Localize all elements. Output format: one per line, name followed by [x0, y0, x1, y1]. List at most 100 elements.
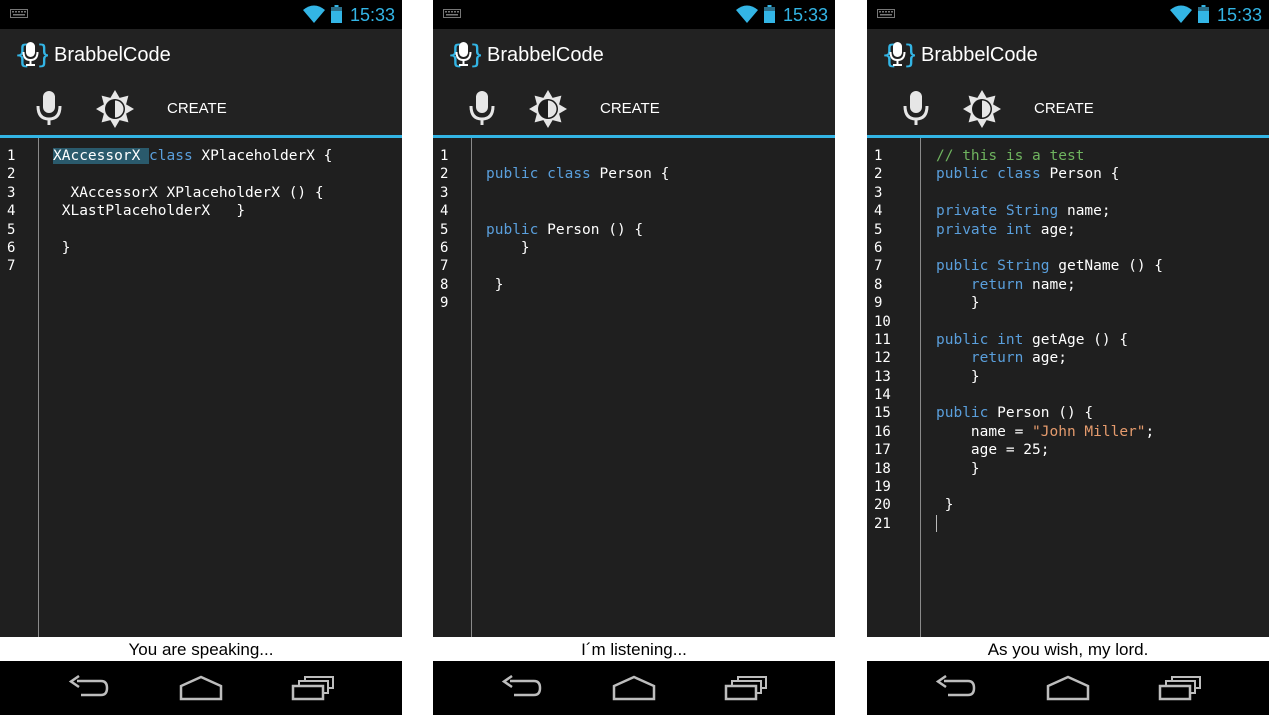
home-icon[interactable] [179, 675, 223, 701]
code-line: return name; [970, 276, 1076, 293]
wifi-icon [302, 4, 326, 24]
status-bar: 15:33 [867, 0, 1269, 29]
app-title: BrabbelCode [487, 44, 604, 66]
recent-apps-icon[interactable] [1158, 675, 1202, 701]
create-button[interactable]: CREATE [600, 100, 660, 118]
status-bar: 15:33 [0, 0, 402, 29]
line-numbers: 1 2 3 4 5 6 7 8 9 10 11 12 13 14 15 16 1… [874, 147, 891, 533]
code-text[interactable]: XAccessorX class XPlaceholderX { XAccess… [53, 147, 332, 257]
brightness-icon[interactable] [962, 89, 1002, 129]
line-numbers: 1 2 3 4 5 6 7 8 9 [440, 147, 448, 313]
navigation-bar [0, 661, 402, 715]
line-number: 5 [874, 221, 883, 238]
line-number: 4 [7, 203, 16, 220]
line-number: 3 [440, 184, 449, 201]
line-number: 2 [874, 166, 883, 183]
phone-screen-2: 15:33 BrabbelCode CREATE 1 2 3 4 5 6 7 8… [433, 0, 835, 715]
home-icon[interactable] [612, 675, 656, 701]
code-line: XLastPlaceholderX } [53, 203, 246, 220]
code-text[interactable]: public class Person {public Person () { … [486, 147, 669, 294]
code-editor[interactable]: 1 2 3 4 5 6 7 8 9 10 11 12 13 14 15 16 1… [867, 138, 1269, 637]
recent-apps-icon[interactable] [291, 675, 335, 701]
speech-status-message: I´m listening... [433, 637, 835, 661]
code-line: private int age; [936, 221, 1076, 238]
line-number: 14 [874, 387, 891, 404]
navigation-bar [867, 661, 1269, 715]
code-line: XAccessorX XPlaceholderX () { [53, 184, 324, 201]
battery-icon [1198, 5, 1209, 23]
code-line: public Person () { [936, 405, 1094, 422]
line-number: 11 [874, 331, 891, 348]
line-number: 1 [440, 148, 449, 164]
create-button[interactable]: CREATE [1034, 100, 1094, 118]
line-number: 8 [874, 276, 883, 293]
code-comment: // this is a test [936, 148, 1085, 164]
toolbar: CREATE [867, 79, 1269, 135]
code-line: return age; [970, 350, 1067, 367]
battery-icon [764, 5, 775, 23]
brightness-icon[interactable] [95, 89, 135, 129]
code-line: } [936, 497, 954, 514]
line-number: 5 [440, 221, 449, 238]
status-bar: 15:33 [433, 0, 835, 29]
code-line: XAccessorX class XPlaceholderX { [53, 148, 333, 164]
create-button[interactable]: CREATE [167, 100, 227, 118]
code-line: age = 25; [936, 442, 1050, 459]
back-icon[interactable] [67, 675, 111, 701]
code-line: public Person () { [486, 221, 644, 238]
navigation-bar [433, 661, 835, 715]
line-number: 2 [440, 166, 449, 183]
code-line: } [486, 239, 530, 256]
microphone-icon[interactable] [29, 89, 69, 129]
brightness-icon[interactable] [528, 89, 568, 129]
app-title: BrabbelCode [54, 44, 171, 66]
line-number: 9 [440, 295, 449, 312]
phone-screen-3: 15:33 BrabbelCode CREATE 1 2 3 4 5 6 7 8… [867, 0, 1269, 715]
keyboard-icon [443, 9, 461, 18]
code-line: public String getName () { [936, 258, 1164, 275]
line-number: 20 [874, 497, 891, 514]
wifi-icon [735, 4, 759, 24]
phone-screen-1: 15:33 BrabbelCode CREATE 1 2 3 4 5 6 7 X… [0, 0, 402, 715]
gutter-divider [38, 138, 39, 637]
speech-status-message: You are speaking... [0, 637, 402, 661]
line-number: 8 [440, 276, 449, 293]
gutter-divider [471, 138, 472, 637]
line-number: 6 [440, 239, 449, 256]
text-cursor [936, 515, 937, 533]
code-line [936, 515, 1163, 533]
line-number: 13 [874, 368, 891, 385]
code-line: public int getAge () { [936, 331, 1129, 348]
selected-placeholder: XAccessorX [53, 148, 150, 164]
line-number: 3 [874, 184, 883, 201]
line-number: 1 [874, 148, 883, 164]
back-icon[interactable] [500, 675, 544, 701]
line-number: 9 [874, 295, 883, 312]
microphone-icon[interactable] [462, 89, 502, 129]
code-text[interactable]: // this is a test public class Person { pr… [936, 147, 1163, 533]
line-number: 7 [7, 258, 16, 275]
line-number: 10 [874, 313, 891, 330]
code-line: public class Person { [936, 166, 1120, 183]
recent-apps-icon[interactable] [724, 675, 768, 701]
app-logo-icon[interactable] [881, 38, 915, 70]
wifi-icon [1169, 4, 1193, 24]
home-icon[interactable] [1046, 675, 1090, 701]
back-icon[interactable] [934, 675, 978, 701]
app-logo-icon[interactable] [14, 38, 48, 70]
app-logo-icon[interactable] [447, 38, 481, 70]
code-editor[interactable]: 1 2 3 4 5 6 7 XAccessorX class XPlacehol… [0, 138, 402, 637]
microphone-icon[interactable] [896, 89, 936, 129]
code-editor[interactable]: 1 2 3 4 5 6 7 8 9 public class Person {p… [433, 138, 835, 637]
